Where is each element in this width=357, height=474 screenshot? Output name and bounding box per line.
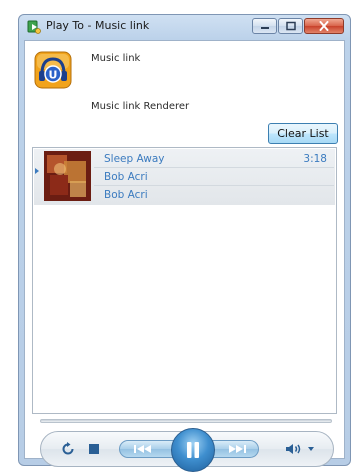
- playlist-item[interactable]: Sleep Away 3:18 Bob Acri Bob Acri: [34, 149, 335, 205]
- repeat-icon[interactable]: [60, 441, 76, 457]
- playlist: Sleep Away 3:18 Bob Acri Bob Acri: [32, 147, 337, 414]
- device-renderer: Music link Renderer: [91, 101, 190, 112]
- track-duration: 3:18: [303, 153, 327, 165]
- chevron-down-icon[interactable]: [307, 445, 315, 453]
- pause-button[interactable]: [171, 428, 215, 472]
- track-album: Bob Acri: [104, 189, 148, 201]
- clear-list-button[interactable]: Clear List: [268, 123, 338, 144]
- device-header: U Music link Music link Renderer: [25, 41, 344, 136]
- play-to-window: Play To - Music link U Music link Music …: [18, 14, 351, 472]
- close-icon: [319, 21, 329, 31]
- volume-icon[interactable]: [285, 442, 303, 456]
- minimize-button[interactable]: [252, 18, 277, 34]
- play-to-icon: [27, 20, 41, 34]
- caption-buttons: [252, 18, 344, 35]
- transport-controls: [40, 428, 334, 472]
- client-area: U Music link Music link Renderer Clear L…: [24, 40, 345, 472]
- row-divider: [94, 185, 334, 186]
- row-divider: [94, 167, 334, 168]
- maximize-icon: [285, 21, 296, 31]
- close-button[interactable]: [304, 18, 344, 34]
- maximize-button[interactable]: [278, 18, 303, 34]
- now-playing-indicator-icon: [35, 168, 39, 174]
- track-artist: Bob Acri: [104, 171, 148, 183]
- album-art: [44, 151, 91, 201]
- svg-text:U: U: [49, 69, 58, 82]
- next-icon[interactable]: [221, 442, 251, 456]
- device-name: Music link: [91, 53, 141, 64]
- track-title: Sleep Away: [104, 153, 165, 165]
- previous-icon[interactable]: [129, 442, 159, 456]
- pause-icon: [187, 442, 199, 458]
- window-title: Play To - Music link: [46, 19, 150, 32]
- seek-bar[interactable]: [40, 419, 332, 423]
- stop-icon[interactable]: [87, 442, 101, 456]
- title-bar[interactable]: Play To - Music link: [19, 15, 350, 39]
- music-link-headphones-icon: U: [34, 51, 72, 89]
- minimize-icon: [260, 27, 269, 29]
